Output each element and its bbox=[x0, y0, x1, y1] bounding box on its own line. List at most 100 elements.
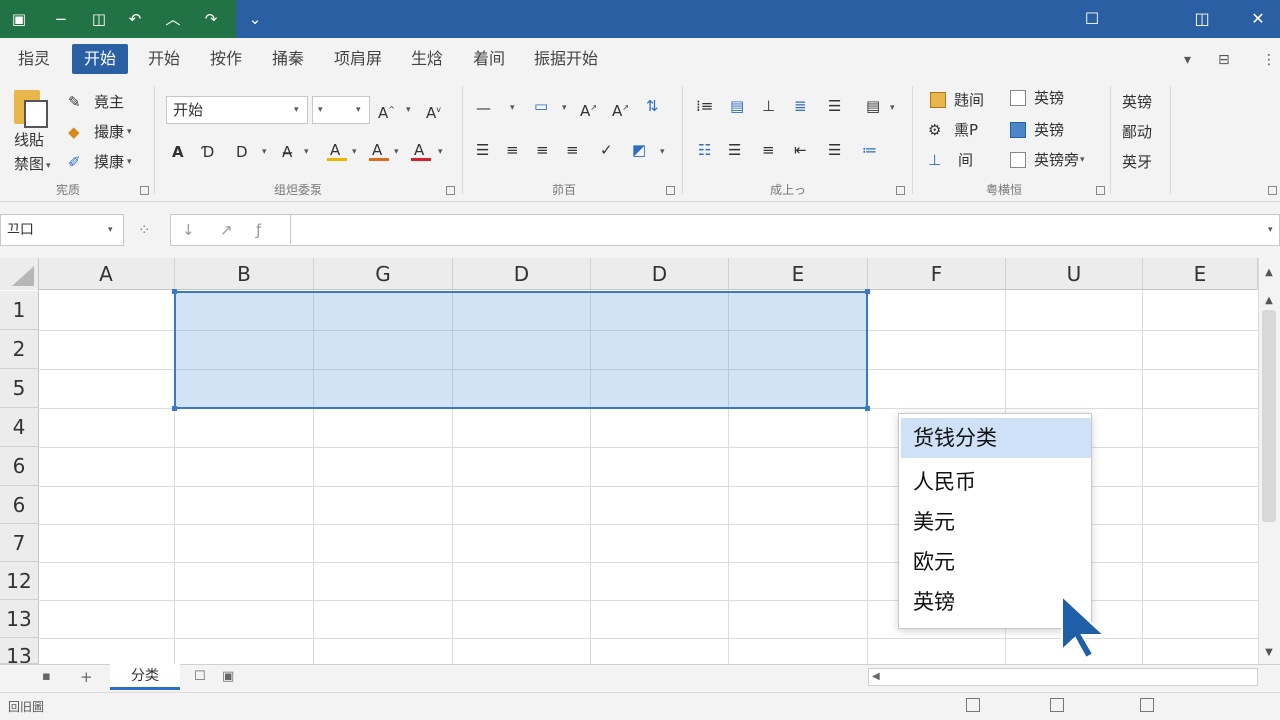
percent-icon[interactable]: ⊥ bbox=[762, 96, 775, 116]
fill-color-icon[interactable]: A bbox=[330, 140, 340, 160]
style-option-1[interactable]: 英镑 bbox=[1034, 88, 1064, 108]
accounting-icon[interactable]: ☰ bbox=[828, 140, 841, 160]
wrap-text-icon[interactable]: ▭ bbox=[534, 96, 548, 116]
column-header-c[interactable]: G bbox=[314, 258, 453, 290]
dropdown-item-usd[interactable]: 美元 bbox=[901, 502, 1091, 542]
cells-insert-button[interactable]: 英镑 bbox=[1122, 92, 1152, 112]
underline-caret-icon[interactable]: ▾ bbox=[262, 142, 267, 162]
paste-caret-icon[interactable]: ▾ bbox=[46, 156, 51, 176]
sheet-option-alt-icon[interactable]: ▣ bbox=[222, 668, 234, 686]
save-icon[interactable]: ◫ bbox=[88, 8, 110, 30]
name-box-caret-icon[interactable]: ▾ bbox=[108, 220, 113, 240]
fill-color-caret-icon[interactable]: ▾ bbox=[352, 142, 357, 162]
conditional-format-icon[interactable]: ≔ bbox=[862, 140, 877, 160]
dropdown-header-item[interactable]: 货钱分类 bbox=[901, 418, 1091, 458]
paste-sub-label[interactable]: 禁图 bbox=[14, 154, 44, 174]
undo-icon[interactable]: ↶ bbox=[124, 8, 146, 30]
tab-file[interactable]: 指灵 bbox=[12, 44, 56, 74]
font-name-caret-icon[interactable]: ▾ bbox=[294, 97, 299, 123]
row-header-4[interactable]: 4 bbox=[0, 408, 38, 447]
normal-view-icon[interactable] bbox=[966, 698, 980, 712]
alignment-launcher-icon[interactable] bbox=[666, 186, 675, 195]
number-launcher-icon[interactable] bbox=[896, 186, 905, 195]
row-header-8[interactable]: 12 bbox=[0, 562, 38, 600]
sheet-tab-active[interactable]: 分类 bbox=[110, 664, 180, 690]
tab-review[interactable]: 着间 bbox=[467, 44, 511, 74]
top-align-caret-icon[interactable]: ▾ bbox=[510, 98, 515, 118]
column-header-b[interactable]: B bbox=[175, 258, 314, 290]
tab-layout[interactable]: 捅秦 bbox=[266, 44, 310, 74]
selection-handle[interactable] bbox=[865, 289, 870, 294]
paste-icon[interactable] bbox=[14, 90, 48, 128]
scroll-up-arrow-icon[interactable]: ▲ bbox=[1262, 266, 1276, 280]
font-color-icon[interactable]: A bbox=[372, 140, 382, 160]
column-header-d[interactable]: D bbox=[453, 258, 591, 290]
align-right-icon[interactable]: ≡ bbox=[566, 140, 579, 160]
merge-icon[interactable]: ⇅ bbox=[646, 96, 659, 116]
scroll-down-arrow-icon[interactable]: ▼ bbox=[1262, 646, 1276, 660]
format-painter-button[interactable]: 摸康 bbox=[94, 152, 124, 172]
page-layout-icon[interactable] bbox=[1050, 698, 1064, 712]
font-size-caret-b-icon[interactable]: ▾ bbox=[356, 97, 361, 123]
font-name-select[interactable]: 开始 bbox=[166, 96, 308, 124]
indent-icon[interactable]: ☷ bbox=[698, 140, 711, 160]
cancel-entry-icon[interactable]: ↓ bbox=[182, 220, 195, 240]
name-box[interactable]: 끄口 bbox=[0, 214, 124, 246]
column-header-g[interactable]: F bbox=[868, 258, 1006, 290]
row-header-3[interactable]: 5 bbox=[0, 369, 38, 408]
minus-icon[interactable]: − bbox=[50, 8, 72, 30]
sheet-option-icon[interactable]: ☐ bbox=[194, 668, 206, 686]
increase-font-caret-icon[interactable]: ▾ bbox=[406, 100, 411, 120]
tab-draw[interactable]: 按作 bbox=[204, 44, 248, 74]
style-option-2[interactable]: 英镑 bbox=[1034, 120, 1064, 140]
underline-icon[interactable]: D bbox=[236, 142, 248, 162]
vertical-scroll-thumb[interactable] bbox=[1262, 310, 1276, 522]
italic-icon[interactable]: Ɗ bbox=[202, 142, 214, 162]
tab-formulas[interactable]: 项肩屏 bbox=[328, 44, 388, 74]
ribbon-options-caret-icon[interactable]: ▾ bbox=[1184, 50, 1191, 70]
horizontal-scrollbar[interactable] bbox=[868, 668, 1258, 686]
format-table-button[interactable]: 间 bbox=[958, 150, 973, 170]
customize-chevron-icon[interactable]: ⌄ bbox=[244, 8, 266, 30]
cells-format-button[interactable]: 英牙 bbox=[1122, 152, 1152, 172]
highlight-color-icon[interactable]: A bbox=[414, 140, 424, 160]
copy-caret-icon[interactable]: ▾ bbox=[127, 122, 132, 142]
scroll-up-arrow-icon[interactable]: ▲ bbox=[1262, 294, 1276, 308]
dropdown-item-rmb[interactable]: 人民币 bbox=[901, 462, 1091, 502]
row-header-1[interactable]: 1 bbox=[0, 291, 38, 330]
cut-button[interactable]: 竟主 bbox=[94, 92, 124, 112]
selection-handle[interactable] bbox=[172, 289, 177, 294]
conditional-button[interactable]: 熏P bbox=[954, 120, 978, 140]
row-header-2[interactable]: 2 bbox=[0, 330, 38, 369]
more-options-icon[interactable]: ⋮ bbox=[1262, 50, 1276, 70]
cells-delete-button[interactable]: 鄙动 bbox=[1122, 122, 1152, 142]
font-size-caret-a-icon[interactable]: ▾ bbox=[318, 97, 323, 123]
caret-up-icon[interactable]: ︿ bbox=[162, 8, 184, 30]
column-header-e[interactable]: D bbox=[591, 258, 729, 290]
outdent-icon[interactable]: ☰ bbox=[728, 140, 741, 160]
bullet-list-icon[interactable]: ☰ bbox=[476, 140, 489, 160]
increase-decimal-icon[interactable]: ⇤ bbox=[794, 140, 807, 160]
font-color-caret-icon[interactable]: ▾ bbox=[394, 142, 399, 162]
wrap-text-caret-icon[interactable]: ▾ bbox=[562, 98, 567, 118]
add-sheet-button[interactable]: + bbox=[80, 668, 93, 686]
comma-icon[interactable]: ≣ bbox=[794, 96, 807, 116]
ribbon-display-icon[interactable]: ⊟ bbox=[1218, 50, 1230, 70]
fill-bucket-caret-icon[interactable]: ▾ bbox=[660, 142, 665, 162]
tab-insert[interactable]: 开始 bbox=[142, 44, 186, 74]
restore-window-icon[interactable]: ☐ bbox=[1080, 8, 1104, 30]
align-center-icon[interactable]: ≡ bbox=[536, 140, 549, 160]
style-option-3[interactable]: 英镑旁 bbox=[1034, 150, 1079, 170]
top-align-icon[interactable]: — bbox=[476, 98, 491, 118]
dropdown-item-eur[interactable]: 欧元 bbox=[901, 542, 1091, 582]
page-break-icon[interactable] bbox=[1140, 698, 1154, 712]
border-caret-icon[interactable]: ▾ bbox=[304, 142, 309, 162]
tab-data[interactable]: 生焓 bbox=[405, 44, 449, 74]
formula-input[interactable] bbox=[290, 216, 1266, 244]
increase-font-icon[interactable]: A^ bbox=[378, 100, 395, 123]
cell-styles-button[interactable]: 韪间 bbox=[954, 90, 984, 110]
sheet-nav-icon[interactable]: ▪ bbox=[42, 668, 51, 686]
column-header-i[interactable]: E bbox=[1143, 258, 1258, 290]
app-icon[interactable]: ▣ bbox=[8, 8, 30, 30]
close-window-icon[interactable]: ✕ bbox=[1246, 8, 1270, 30]
